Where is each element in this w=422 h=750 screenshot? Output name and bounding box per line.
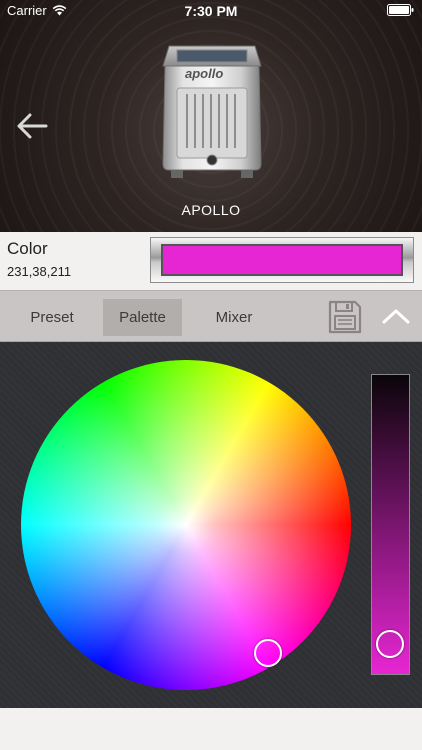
status-bar: Carrier 7:30 PM [0, 0, 422, 22]
brightness-slider-handle[interactable] [376, 630, 404, 659]
arrow-left-icon [17, 113, 48, 139]
color-label: Color [7, 239, 48, 258]
floppy-disk-icon [328, 300, 362, 334]
color-swatch-inner [161, 244, 403, 276]
device-logo: apollo [185, 66, 224, 81]
status-time: 7:30 PM [184, 3, 238, 19]
status-right [387, 4, 414, 16]
tab-preset[interactable]: Preset [6, 299, 98, 336]
tab-mixer[interactable]: Mixer [188, 299, 280, 336]
chevron-up-icon [382, 309, 410, 324]
color-wheel-handle[interactable] [254, 639, 282, 667]
color-rgb-value: 231,38,211 [7, 264, 72, 279]
mode-tabs: Preset Palette Mixer [0, 290, 422, 342]
save-button[interactable] [327, 299, 363, 335]
tab-palette[interactable]: Palette [103, 299, 182, 336]
color-swatch-fill [163, 246, 401, 274]
color-swatch [150, 237, 414, 283]
bottom-strip [0, 708, 422, 750]
back-button[interactable] [14, 110, 50, 142]
color-info-row: Color 231,38,211 [0, 232, 422, 290]
color-wheel[interactable] [21, 360, 351, 690]
battery-icon [387, 4, 414, 16]
device-header: apollo APOLLO [0, 0, 422, 232]
collapse-button[interactable] [376, 297, 416, 337]
color-picker-area [0, 342, 422, 708]
device-name: APOLLO [181, 202, 241, 218]
device-image [162, 45, 262, 178]
brightness-slider[interactable] [371, 374, 410, 675]
